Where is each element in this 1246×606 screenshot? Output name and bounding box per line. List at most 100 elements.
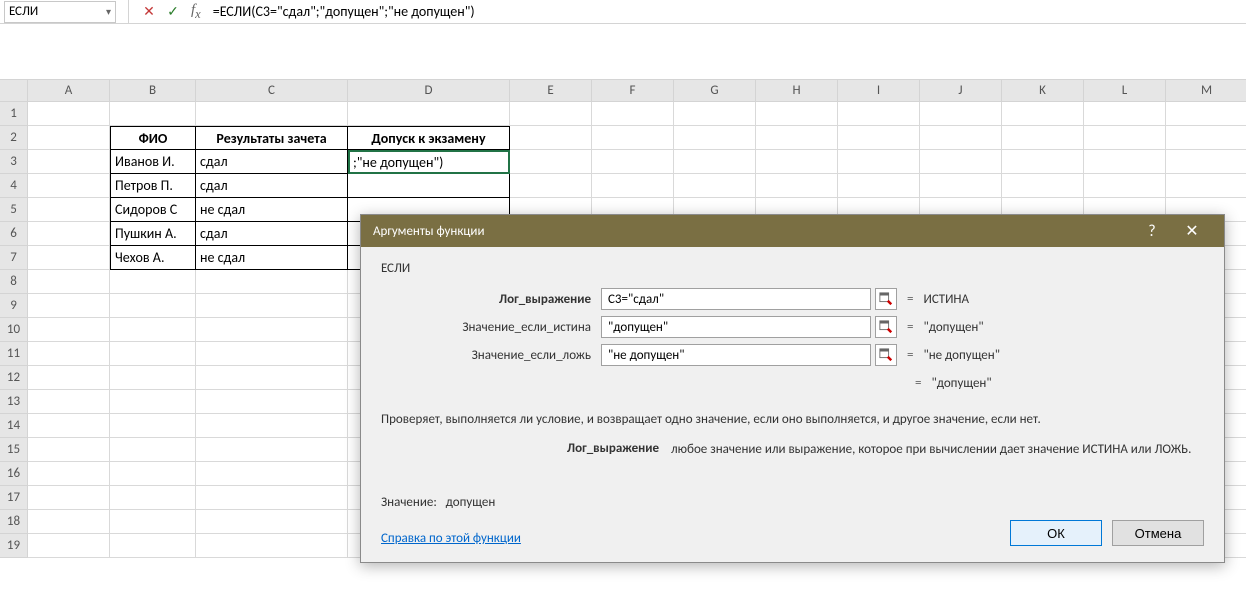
cell[interactable] [838,150,920,174]
help-link[interactable]: Справка по этой функции [381,531,1000,546]
cell[interactable] [110,366,196,390]
cell[interactable]: ;"не допущен") [348,150,510,174]
column-header[interactable]: L [1084,80,1166,102]
cell[interactable] [674,126,756,150]
cell[interactable] [196,486,348,510]
cell[interactable] [920,126,1002,150]
cell[interactable] [28,270,110,294]
cell[interactable] [28,102,110,126]
cell[interactable] [110,462,196,486]
row-header[interactable]: 18 [0,510,28,534]
cell[interactable] [196,270,348,294]
row-header[interactable]: 13 [0,390,28,414]
cell[interactable] [756,126,838,150]
cell[interactable] [756,150,838,174]
cell[interactable] [196,294,348,318]
name-box[interactable]: ЕСЛИ ▾ [4,1,116,23]
cell[interactable] [592,126,674,150]
column-header[interactable]: M [1166,80,1246,102]
cell[interactable]: сдал [196,222,348,246]
cell[interactable] [592,150,674,174]
cell[interactable] [196,534,348,558]
check-icon[interactable]: ✓ [161,1,185,23]
row-header[interactable]: 10 [0,318,28,342]
cell[interactable] [510,102,592,126]
row-header[interactable]: 5 [0,198,28,222]
cell[interactable] [28,246,110,270]
arg-input[interactable] [601,288,871,310]
cell[interactable] [196,102,348,126]
arg-input[interactable] [601,344,871,366]
row-header[interactable]: 1 [0,102,28,126]
cell[interactable] [348,102,510,126]
cell[interactable]: Результаты зачета [196,126,348,150]
cell[interactable] [920,150,1002,174]
column-header[interactable]: I [838,80,920,102]
range-picker-icon[interactable] [875,344,897,366]
row-header[interactable]: 11 [0,342,28,366]
row-header[interactable]: 12 [0,366,28,390]
cell[interactable] [28,390,110,414]
cell[interactable]: не сдал [196,246,348,270]
cell[interactable] [28,486,110,510]
cell[interactable] [196,318,348,342]
cell[interactable]: Сидоров С [110,198,196,222]
cell[interactable] [756,174,838,198]
cell[interactable] [838,102,920,126]
range-picker-icon[interactable] [875,288,897,310]
chevron-down-icon[interactable]: ▾ [106,5,111,18]
cell[interactable] [1166,150,1246,174]
cell[interactable] [196,438,348,462]
row-header[interactable]: 14 [0,414,28,438]
cell[interactable] [196,390,348,414]
cell[interactable] [838,174,920,198]
cell[interactable] [838,126,920,150]
cell[interactable] [510,174,592,198]
cancel-button[interactable]: Отмена [1112,520,1204,546]
column-header[interactable]: F [592,80,674,102]
row-header[interactable]: 9 [0,294,28,318]
column-header[interactable]: E [510,80,592,102]
cell[interactable] [110,534,196,558]
cell[interactable] [110,294,196,318]
cell[interactable] [28,510,110,534]
cell[interactable] [28,342,110,366]
cell[interactable] [110,486,196,510]
cell[interactable]: сдал [196,150,348,174]
cell[interactable] [28,150,110,174]
cell[interactable] [756,102,838,126]
row-header[interactable]: 16 [0,462,28,486]
cell[interactable] [1166,174,1246,198]
close-icon[interactable]: ✕ [1172,215,1212,247]
column-header[interactable]: A [28,80,110,102]
cell[interactable] [674,174,756,198]
select-all-corner[interactable] [0,80,28,102]
cell[interactable] [196,510,348,534]
row-header[interactable]: 19 [0,534,28,558]
column-header[interactable]: J [920,80,1002,102]
arg-input[interactable] [601,316,871,338]
cell[interactable]: Иванов И. [110,150,196,174]
row-header[interactable]: 2 [0,126,28,150]
column-header[interactable]: H [756,80,838,102]
cell[interactable] [674,102,756,126]
cell[interactable] [920,102,1002,126]
cell[interactable] [110,270,196,294]
cell[interactable] [1166,102,1246,126]
cell[interactable] [674,150,756,174]
dialog-titlebar[interactable]: Аргументы функции ? ✕ [361,215,1224,247]
cell[interactable] [28,198,110,222]
column-header[interactable]: D [348,80,510,102]
cell[interactable] [1084,126,1166,150]
row-header[interactable]: 17 [0,486,28,510]
help-icon[interactable]: ? [1132,215,1172,247]
cell[interactable] [28,366,110,390]
column-header[interactable]: G [674,80,756,102]
column-header[interactable]: B [110,80,196,102]
cell[interactable] [196,462,348,486]
ok-button[interactable]: ОК [1010,520,1102,546]
cell[interactable] [1002,174,1084,198]
cell[interactable] [110,390,196,414]
cell[interactable] [1002,102,1084,126]
cell[interactable]: Допуск к экзамену [348,126,510,150]
